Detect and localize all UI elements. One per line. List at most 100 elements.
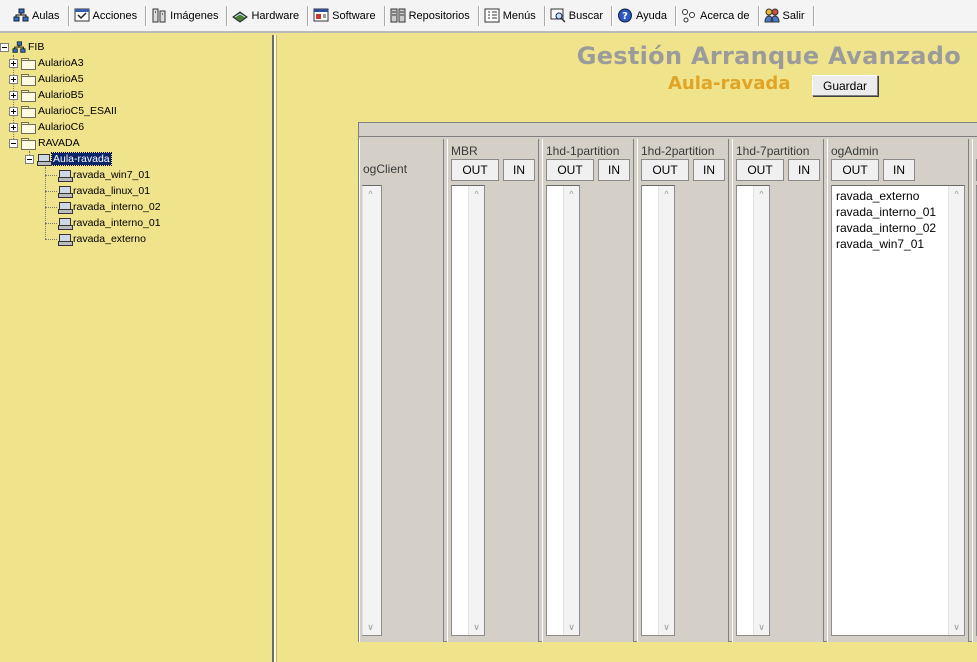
- scrollbar[interactable]: ^ ∨: [563, 186, 579, 635]
- scrollbar[interactable]: ^ ∨: [362, 186, 381, 635]
- tree-group-label: AularioC5_ESAII: [38, 105, 117, 117]
- chevron-up-icon[interactable]: ^: [564, 186, 579, 201]
- p1-list[interactable]: ^ ∨: [546, 185, 580, 636]
- ogadmin-list[interactable]: ravada_externo ravada_interno_01 ravada_…: [831, 185, 965, 636]
- collapse-icon[interactable]: [9, 138, 18, 148]
- toolbar-hardware-button[interactable]: Hardware: [229, 5, 306, 27]
- scrollbar[interactable]: ^ ∨: [658, 186, 674, 635]
- expand-icon[interactable]: [9, 122, 18, 132]
- column-title: 1hd-1partition: [546, 144, 620, 158]
- mbr-out-button[interactable]: OUT: [451, 159, 499, 181]
- chevron-up-icon[interactable]: ^: [659, 186, 674, 201]
- save-button[interactable]: Guardar: [812, 75, 878, 96]
- toolbar-repositorios-button[interactable]: Repositorios: [387, 5, 477, 27]
- panel-header-bar: [359, 123, 977, 137]
- tree-computer-item[interactable]: ravada_win7_01: [58, 167, 150, 183]
- collapse-icon[interactable]: [0, 42, 9, 52]
- toolbar-menus-button[interactable]: Menús: [481, 5, 543, 27]
- tree-group-aularioa3[interactable]: AularioA3: [9, 55, 84, 71]
- tree-aula-ravada[interactable]: Aula-ravada: [25, 151, 112, 167]
- toolbar-software-button[interactable]: Software: [310, 5, 382, 27]
- chevron-down-icon[interactable]: ∨: [363, 620, 378, 635]
- tree-root-fib[interactable]: FIB: [0, 39, 44, 55]
- toolbar-buscar-button[interactable]: Buscar: [547, 5, 610, 27]
- folder-icon: [21, 57, 36, 70]
- toolbar-separator: [383, 5, 386, 26]
- expand-icon[interactable]: [9, 90, 18, 100]
- column-next: [972, 139, 977, 642]
- p2-list[interactable]: ^ ∨: [641, 185, 675, 636]
- scrollbar[interactable]: ^ ∨: [948, 186, 964, 635]
- list-item[interactable]: ravada_interno_01: [832, 204, 964, 220]
- toolbar-acciones-label: Acciones: [92, 9, 138, 22]
- ogclient-list[interactable]: ^ ∨: [362, 185, 382, 636]
- expand-icon[interactable]: [9, 106, 18, 116]
- tree-computer-label: ravada_externo: [73, 233, 146, 245]
- scrollbar[interactable]: ^ ∨: [753, 186, 769, 635]
- chevron-down-icon[interactable]: ∨: [949, 620, 964, 635]
- toolbar-ayuda-button[interactable]: ? Ayuda: [614, 5, 674, 27]
- toolbar-aulas-button[interactable]: Aulas: [10, 5, 67, 27]
- tree-group-aularioa5[interactable]: AularioA5: [9, 71, 84, 87]
- main-content: Gestión Arranque Avanzado Aula-ravada Gu…: [278, 35, 977, 662]
- chevron-up-icon[interactable]: ^: [469, 186, 484, 201]
- toolbar-imagenes-button[interactable]: Imágenes: [148, 5, 225, 27]
- chevron-up-icon[interactable]: ^: [949, 186, 964, 201]
- tree-computer-item[interactable]: ravada_linux_01: [58, 183, 150, 199]
- list-item[interactable]: ravada_win7_01: [832, 236, 964, 252]
- toolbar-software-label: Software: [332, 9, 376, 22]
- chevron-down-icon[interactable]: ∨: [469, 620, 484, 635]
- p7-list[interactable]: ^ ∨: [736, 185, 770, 636]
- list-item[interactable]: ravada_externo: [832, 188, 964, 204]
- toolbar-acerca-button[interactable]: Acerca de: [678, 5, 757, 27]
- folder-icon: [21, 121, 36, 134]
- ogadmin-out-button[interactable]: OUT: [831, 159, 879, 181]
- expand-icon[interactable]: [9, 58, 18, 68]
- scrollbar[interactable]: ^ ∨: [468, 186, 484, 635]
- tree-computer-label: ravada_linux_01: [73, 185, 151, 197]
- toolbar-ayuda-label: Ayuda: [636, 9, 668, 22]
- mbr-list[interactable]: ^ ∨: [451, 185, 485, 636]
- tree-group-aularioc6[interactable]: AularioC6: [9, 119, 84, 135]
- tree-group-ravada[interactable]: RAVADA: [9, 135, 80, 151]
- chevron-down-icon[interactable]: ∨: [754, 620, 769, 635]
- page-title: Gestión Arranque Avanzado: [576, 42, 961, 70]
- toolbar-separator: [145, 5, 148, 26]
- tree-group-aulariob5[interactable]: AularioB5: [9, 87, 84, 103]
- p1-in-button[interactable]: IN: [598, 159, 630, 181]
- mbr-in-button[interactable]: IN: [503, 159, 535, 181]
- list-item[interactable]: ravada_interno_02: [832, 220, 964, 236]
- toolbar-salir-button[interactable]: Salir: [761, 5, 812, 27]
- p7-in-button[interactable]: IN: [788, 159, 820, 181]
- collapse-icon[interactable]: [25, 154, 34, 164]
- toolbar-acciones-button[interactable]: Acciones: [71, 5, 145, 27]
- expand-icon[interactable]: [9, 74, 18, 84]
- chevron-down-icon[interactable]: ∨: [659, 620, 674, 635]
- p7-out-button[interactable]: OUT: [736, 159, 784, 181]
- tree-computer-label: ravada_win7_01: [73, 169, 151, 181]
- tree-root-label: FIB: [28, 41, 45, 53]
- tree-computer-item[interactable]: ravada_externo: [58, 231, 146, 247]
- tree-computer-item[interactable]: ravada_interno_02: [58, 199, 161, 215]
- toolbar-acerca-label: Acerca de: [700, 9, 750, 22]
- tree-group-label: RAVADA: [38, 137, 80, 149]
- panel-splitter[interactable]: [274, 35, 277, 662]
- exit-icon: [763, 8, 781, 24]
- main-toolbar: Aulas Acciones Imágenes Hardware Softwar…: [0, 0, 977, 33]
- folder-icon: [21, 73, 36, 86]
- column-title: 1hd-2partition: [641, 144, 715, 158]
- tree-group-aularioc5-esaii[interactable]: AularioC5_ESAII: [9, 103, 117, 119]
- tree-computer-item[interactable]: ravada_interno_01: [58, 215, 161, 231]
- column-title: ogClient: [363, 162, 408, 176]
- toolbar-separator: [675, 5, 678, 26]
- p1-out-button[interactable]: OUT: [546, 159, 594, 181]
- images-icon: [150, 8, 168, 24]
- p2-in-button[interactable]: IN: [693, 159, 725, 181]
- chevron-down-icon[interactable]: ∨: [564, 620, 579, 635]
- chevron-up-icon[interactable]: ^: [754, 186, 769, 201]
- p2-out-button[interactable]: OUT: [641, 159, 689, 181]
- tree-connector: [45, 239, 57, 240]
- ogadmin-in-button[interactable]: IN: [883, 159, 915, 181]
- toolbar-menus-label: Menús: [502, 9, 536, 22]
- chevron-up-icon[interactable]: ^: [363, 186, 378, 201]
